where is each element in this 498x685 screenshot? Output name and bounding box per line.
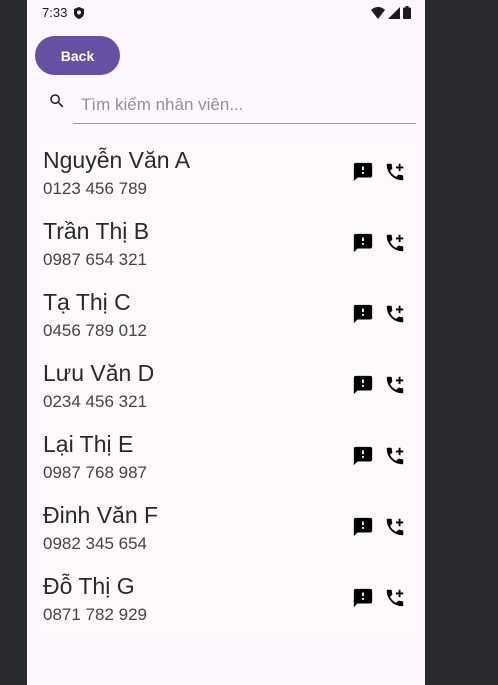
add-call-icon[interactable]: [384, 374, 406, 401]
signal-icon: [388, 6, 400, 24]
feedback-icon[interactable]: [352, 445, 374, 472]
employee-list: Nguyễn Văn A 0123 456 789 Trần Thị B 098…: [34, 139, 417, 636]
feedback-icon[interactable]: [352, 161, 374, 188]
list-item[interactable]: Lại Thị E 0987 768 987: [34, 423, 417, 494]
status-time: 7:33: [42, 5, 68, 20]
phone-screen: 7:33 Back Nguyễn Văn A 0123 456 789: [27, 0, 425, 685]
shield-icon: [74, 6, 84, 24]
contact-phone: 0871 782 929: [43, 605, 147, 624]
list-item[interactable]: Trần Thị B 0987 654 321: [34, 210, 417, 281]
add-call-icon[interactable]: [384, 303, 406, 330]
add-call-icon[interactable]: [384, 587, 406, 614]
add-call-icon[interactable]: [384, 445, 406, 472]
contact-phone: 0987 654 321: [43, 250, 147, 269]
feedback-icon[interactable]: [352, 374, 374, 401]
contact-phone: 0456 789 012: [43, 321, 147, 340]
feedback-icon[interactable]: [352, 232, 374, 259]
list-item[interactable]: Đỗ Thị G 0871 782 929: [34, 565, 417, 636]
contact-name: Tạ Thị C: [43, 289, 131, 315]
contact-phone: 0234 456 321: [43, 392, 147, 411]
feedback-icon[interactable]: [352, 516, 374, 543]
contact-name: Lại Thị E: [43, 431, 134, 457]
contact-phone: 0982 345 654: [43, 534, 147, 553]
back-button[interactable]: Back: [35, 36, 120, 75]
search-icon: [48, 92, 66, 115]
status-bar: 7:33: [27, 0, 425, 26]
list-item[interactable]: Đinh Văn F 0982 345 654: [34, 494, 417, 565]
feedback-icon[interactable]: [352, 303, 374, 330]
contact-phone: 0123 456 789: [43, 179, 147, 198]
contact-phone: 0987 768 987: [43, 463, 147, 482]
contact-name: Nguyễn Văn A: [43, 147, 191, 173]
status-icons: [371, 6, 411, 24]
battery-icon: [403, 6, 411, 24]
contact-name: Đỗ Thị G: [43, 573, 135, 599]
contact-name: Trần Thị B: [43, 218, 150, 244]
add-call-icon[interactable]: [384, 516, 406, 543]
add-call-icon[interactable]: [384, 232, 406, 259]
contact-name: Đinh Văn F: [43, 502, 159, 528]
feedback-icon[interactable]: [352, 587, 374, 614]
add-call-icon[interactable]: [384, 161, 406, 188]
list-item[interactable]: Nguyễn Văn A 0123 456 789: [34, 139, 417, 210]
list-item[interactable]: Lưu Văn D 0234 456 321: [34, 352, 417, 423]
wifi-icon: [371, 6, 385, 24]
search-input[interactable]: [73, 86, 416, 124]
contact-name: Lưu Văn D: [43, 360, 155, 386]
list-item[interactable]: Tạ Thị C 0456 789 012: [34, 281, 417, 352]
